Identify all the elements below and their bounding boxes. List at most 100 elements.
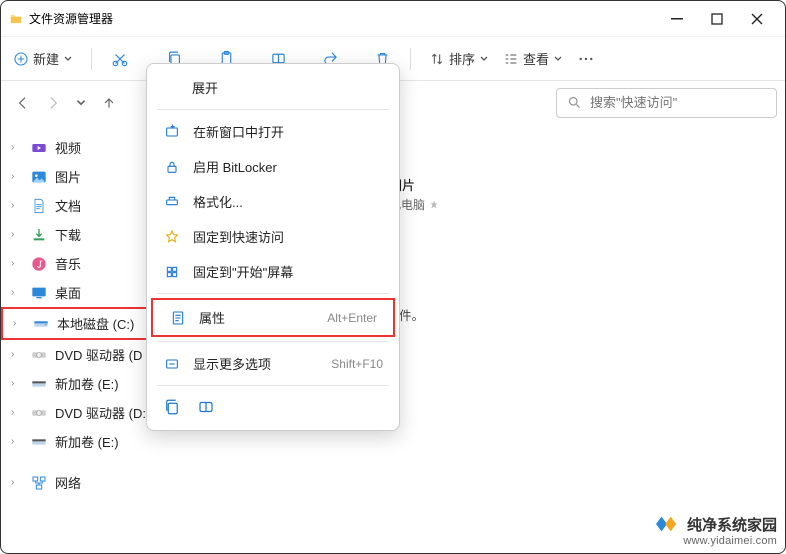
rename-icon[interactable] — [197, 398, 215, 416]
toolbar-separator — [91, 48, 92, 70]
chevron-right-icon: › — [11, 378, 23, 389]
music-icon — [31, 256, 47, 272]
disc-icon — [31, 347, 47, 363]
star-icon — [163, 229, 181, 245]
history-dropdown-icon[interactable] — [75, 92, 87, 114]
titlebar: 文件资源管理器 — [1, 1, 785, 37]
image-icon — [31, 169, 47, 185]
watermark: 纯净系统家园 www.yidaimei.com — [653, 513, 777, 547]
drive-icon — [31, 434, 47, 450]
video-icon — [31, 140, 47, 156]
ctx-open-new-window[interactable]: 在新窗口中打开 — [147, 114, 399, 149]
chevron-right-icon: › — [11, 171, 23, 182]
title-text: 文件资源管理器 — [29, 10, 113, 27]
drive-icon — [33, 316, 49, 332]
chevron-right-icon: › — [11, 349, 23, 360]
chevron-right-icon: › — [11, 200, 23, 211]
context-menu: 展开 在新窗口中打开 启用 BitLocker 格式化... 固定到快速访问 固… — [146, 63, 400, 431]
chevron-right-icon: › — [11, 407, 23, 418]
ctx-properties[interactable]: 属性Alt+Enter — [151, 298, 395, 337]
ctx-expand[interactable]: 展开 — [147, 70, 399, 105]
window-icon — [163, 124, 181, 140]
ctx-label: 启用 BitLocker — [193, 157, 383, 176]
sort-label: 排序 — [449, 49, 475, 68]
chevron-right-icon: › — [13, 318, 25, 329]
network-icon — [31, 475, 47, 491]
forward-button[interactable] — [45, 92, 61, 114]
search-icon — [567, 95, 582, 110]
menu-separator — [157, 293, 389, 294]
search-box[interactable] — [556, 88, 777, 118]
lock-icon — [163, 159, 181, 175]
maximize-button[interactable] — [697, 5, 737, 33]
window-controls — [657, 5, 777, 33]
ctx-pin-quick-access[interactable]: 固定到快速访问 — [147, 219, 399, 254]
sidebar-item-label: 文档 — [55, 196, 81, 215]
sidebar-item-network[interactable]: › 网络 — [1, 468, 179, 497]
new-label: 新建 — [33, 49, 59, 68]
ctx-bitlocker[interactable]: 启用 BitLocker — [147, 149, 399, 184]
download-icon — [31, 227, 47, 243]
sidebar-item-label: 视频 — [55, 138, 81, 157]
more-icon — [163, 356, 181, 372]
ctx-label: 属性 — [199, 308, 315, 327]
new-button[interactable]: 新建 — [13, 49, 73, 68]
chevron-right-icon: › — [11, 258, 23, 269]
ctx-label: 格式化... — [193, 192, 383, 211]
desktop-icon — [31, 285, 47, 301]
watermark-title: 纯净系统家园 — [687, 514, 777, 535]
folder-icon — [9, 12, 23, 26]
sort-button[interactable]: 排序 — [429, 49, 489, 68]
ctx-label: 固定到快速访问 — [193, 227, 383, 246]
view-label: 查看 — [523, 49, 549, 68]
menu-separator — [157, 385, 389, 386]
ctx-shortcut: Shift+F10 — [331, 357, 383, 371]
sidebar-item-label: 网络 — [55, 473, 81, 492]
properties-icon — [169, 310, 187, 326]
chevron-right-icon: › — [11, 229, 23, 240]
sidebar-item-label: 图片 — [55, 167, 81, 186]
view-button[interactable]: 查看 — [503, 49, 563, 68]
format-icon — [163, 194, 181, 210]
up-button[interactable] — [101, 92, 117, 114]
more-button[interactable] — [577, 50, 595, 68]
menu-separator — [157, 341, 389, 342]
watermark-url: www.yidaimei.com — [653, 535, 777, 547]
ctx-format[interactable]: 格式化... — [147, 184, 399, 219]
sidebar-item-volume-e2[interactable]: › 新加卷 (E:) — [1, 427, 179, 456]
chevron-right-icon: › — [11, 436, 23, 447]
sidebar-item-label: 新加卷 (E:) — [55, 374, 119, 393]
ctx-label: 固定到"开始"屏幕 — [193, 262, 383, 281]
ctx-label: 展开 — [192, 78, 383, 97]
sidebar-item-label: DVD 驱动器 (D — [55, 345, 142, 364]
ctx-more-options[interactable]: 显示更多选项 Shift+F10 — [147, 346, 399, 381]
window-title: 文件资源管理器 — [9, 10, 657, 27]
chevron-right-icon: › — [11, 477, 23, 488]
menu-separator — [157, 109, 389, 110]
copy-icon[interactable] — [163, 398, 181, 416]
document-icon — [31, 198, 47, 214]
ctx-label: 在新窗口中打开 — [193, 122, 383, 141]
toolbar-separator — [410, 48, 411, 70]
cut-icon[interactable] — [110, 49, 130, 69]
close-button[interactable] — [737, 5, 777, 33]
ctx-label: 显示更多选项 — [193, 354, 319, 373]
watermark-logo-icon — [653, 513, 681, 535]
sidebar-item-label: 音乐 — [55, 254, 81, 273]
sidebar-item-label: 桌面 — [55, 283, 81, 302]
minimize-button[interactable] — [657, 5, 697, 33]
back-button[interactable] — [15, 92, 31, 114]
drive-icon — [31, 376, 47, 392]
chevron-right-icon: › — [11, 287, 23, 298]
chevron-right-icon: › — [11, 142, 23, 153]
search-input[interactable] — [590, 95, 766, 110]
pin-icon — [163, 264, 181, 280]
ctx-pin-start[interactable]: 固定到"开始"屏幕 — [147, 254, 399, 289]
sidebar-item-label: 本地磁盘 (C:) — [57, 314, 134, 333]
sidebar-item-label: DVD 驱动器 (D:) — [55, 403, 150, 422]
sidebar-item-label: 下载 — [55, 225, 81, 244]
disc-icon — [31, 405, 47, 421]
explorer-window: 文件资源管理器 新建 排序 查看 — [0, 0, 786, 554]
sidebar-item-label: 新加卷 (E:) — [55, 432, 119, 451]
ctx-bottom-row — [147, 390, 399, 424]
